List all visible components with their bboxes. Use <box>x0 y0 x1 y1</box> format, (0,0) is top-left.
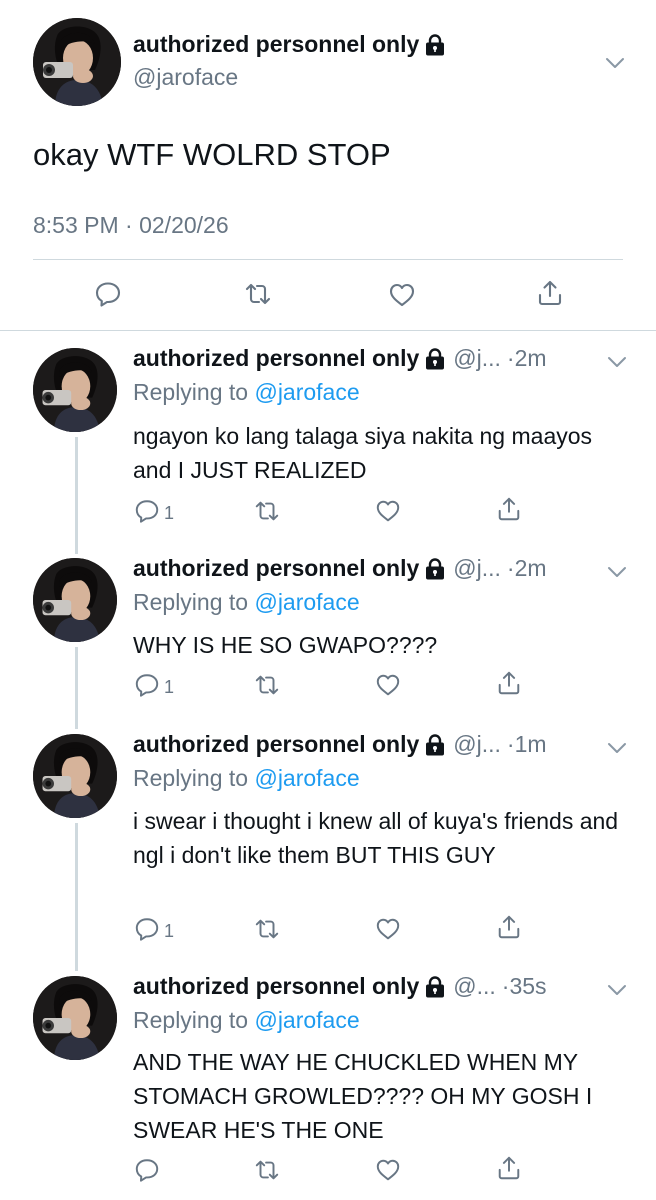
reply-header: authorized personnel only @... ·35s <box>133 973 626 1000</box>
chevron-down-icon[interactable] <box>607 741 627 755</box>
lock-icon <box>425 348 445 370</box>
divider <box>33 259 623 260</box>
avatar[interactable] <box>33 976 117 1060</box>
handle[interactable]: @jaroface <box>133 64 238 91</box>
replying-to-link[interactable]: @jaroface <box>254 589 359 615</box>
share-icon[interactable] <box>496 670 522 696</box>
reply-count: 1 <box>164 921 175 941</box>
replying-to: Replying to @jaroface <box>133 765 360 791</box>
display-name[interactable]: authorized personnel only <box>133 731 445 758</box>
retweet-icon[interactable] <box>254 1157 280 1183</box>
reply-time[interactable]: ·2m <box>507 555 547 582</box>
reply-text: ngayon ko lang talaga siya nakita ng maa… <box>133 423 593 483</box>
reply-time[interactable]: ·2m <box>507 345 547 372</box>
replying-to: Replying to @jaroface <box>133 1007 360 1033</box>
retweet-icon[interactable] <box>254 498 280 524</box>
heart-icon[interactable] <box>388 281 416 309</box>
replying-to-link[interactable]: @jaroface <box>254 765 359 791</box>
heart-icon[interactable] <box>375 916 401 942</box>
avatar[interactable] <box>33 558 117 642</box>
replying-to: Replying to @jaroface <box>133 589 360 615</box>
thread-line <box>75 437 78 554</box>
main-tweet: authorized personnel only @jaroface okay… <box>0 0 656 330</box>
reply-header: authorized personnel only @j... ·2m <box>133 555 626 582</box>
reply-time[interactable]: ·1m <box>507 731 547 758</box>
reply-header: authorized personnel only @j... ·1m <box>133 731 626 758</box>
heart-icon[interactable] <box>375 672 401 698</box>
reply-icon[interactable] <box>94 280 122 308</box>
thread-line <box>75 647 78 729</box>
reply-icon[interactable] <box>134 672 160 698</box>
display-name[interactable]: authorized personnel only <box>133 31 445 58</box>
heart-icon[interactable] <box>375 1157 401 1183</box>
retweet-icon[interactable] <box>244 280 272 308</box>
chevron-down-icon[interactable] <box>607 565 627 579</box>
handle[interactable]: @j... <box>453 731 501 758</box>
avatar[interactable] <box>33 734 117 818</box>
share-icon[interactable] <box>496 496 522 522</box>
retweet-icon[interactable] <box>254 672 280 698</box>
share-icon[interactable] <box>496 914 522 940</box>
reply-text: WHY IS HE SO GWAPO???? <box>133 632 438 658</box>
reply-text: i swear i thought i knew all of kuya's f… <box>133 808 619 868</box>
share-icon[interactable] <box>536 279 564 307</box>
lock-icon <box>425 734 445 756</box>
lock-icon <box>425 976 445 998</box>
display-name[interactable]: authorized personnel only <box>133 345 445 372</box>
reply-icon[interactable] <box>134 916 160 942</box>
reply-header: authorized personnel only @j... ·2m <box>133 345 626 372</box>
handle[interactable]: @... <box>453 973 496 1000</box>
chevron-down-icon[interactable] <box>607 355 627 369</box>
handle[interactable]: @j... <box>453 555 501 582</box>
retweet-icon[interactable] <box>254 916 280 942</box>
avatar[interactable] <box>33 348 117 432</box>
display-name[interactable]: authorized personnel only <box>133 555 445 582</box>
share-icon[interactable] <box>496 1155 522 1181</box>
reply-time[interactable]: ·35s <box>502 973 547 1000</box>
replying-to-link[interactable]: @jaroface <box>254 1007 359 1033</box>
lock-icon <box>425 34 445 56</box>
display-name[interactable]: authorized personnel only <box>133 973 445 1000</box>
reply-icon[interactable] <box>134 1157 160 1183</box>
reply-count: 1 <box>164 503 175 523</box>
chevron-down-icon[interactable] <box>605 56 625 70</box>
heart-icon[interactable] <box>375 498 401 524</box>
lock-icon <box>425 558 445 580</box>
thread-line <box>75 823 78 971</box>
reply-count: 1 <box>164 677 175 697</box>
replying-to-link[interactable]: @jaroface <box>254 379 359 405</box>
handle[interactable]: @j... <box>453 345 501 372</box>
avatar[interactable] <box>33 18 121 106</box>
tweet-timestamp[interactable]: 8:53 PM · 02/20/26 <box>33 212 229 239</box>
reply-icon[interactable] <box>134 498 160 524</box>
section-divider <box>0 330 656 331</box>
reply-text: AND THE WAY HE CHUCKLED WHEN MY STOMACH … <box>133 1049 593 1143</box>
replying-to: Replying to @jaroface <box>133 379 360 405</box>
tweet-text: okay WTF WOLRD STOP <box>33 137 391 172</box>
chevron-down-icon[interactable] <box>607 983 627 997</box>
